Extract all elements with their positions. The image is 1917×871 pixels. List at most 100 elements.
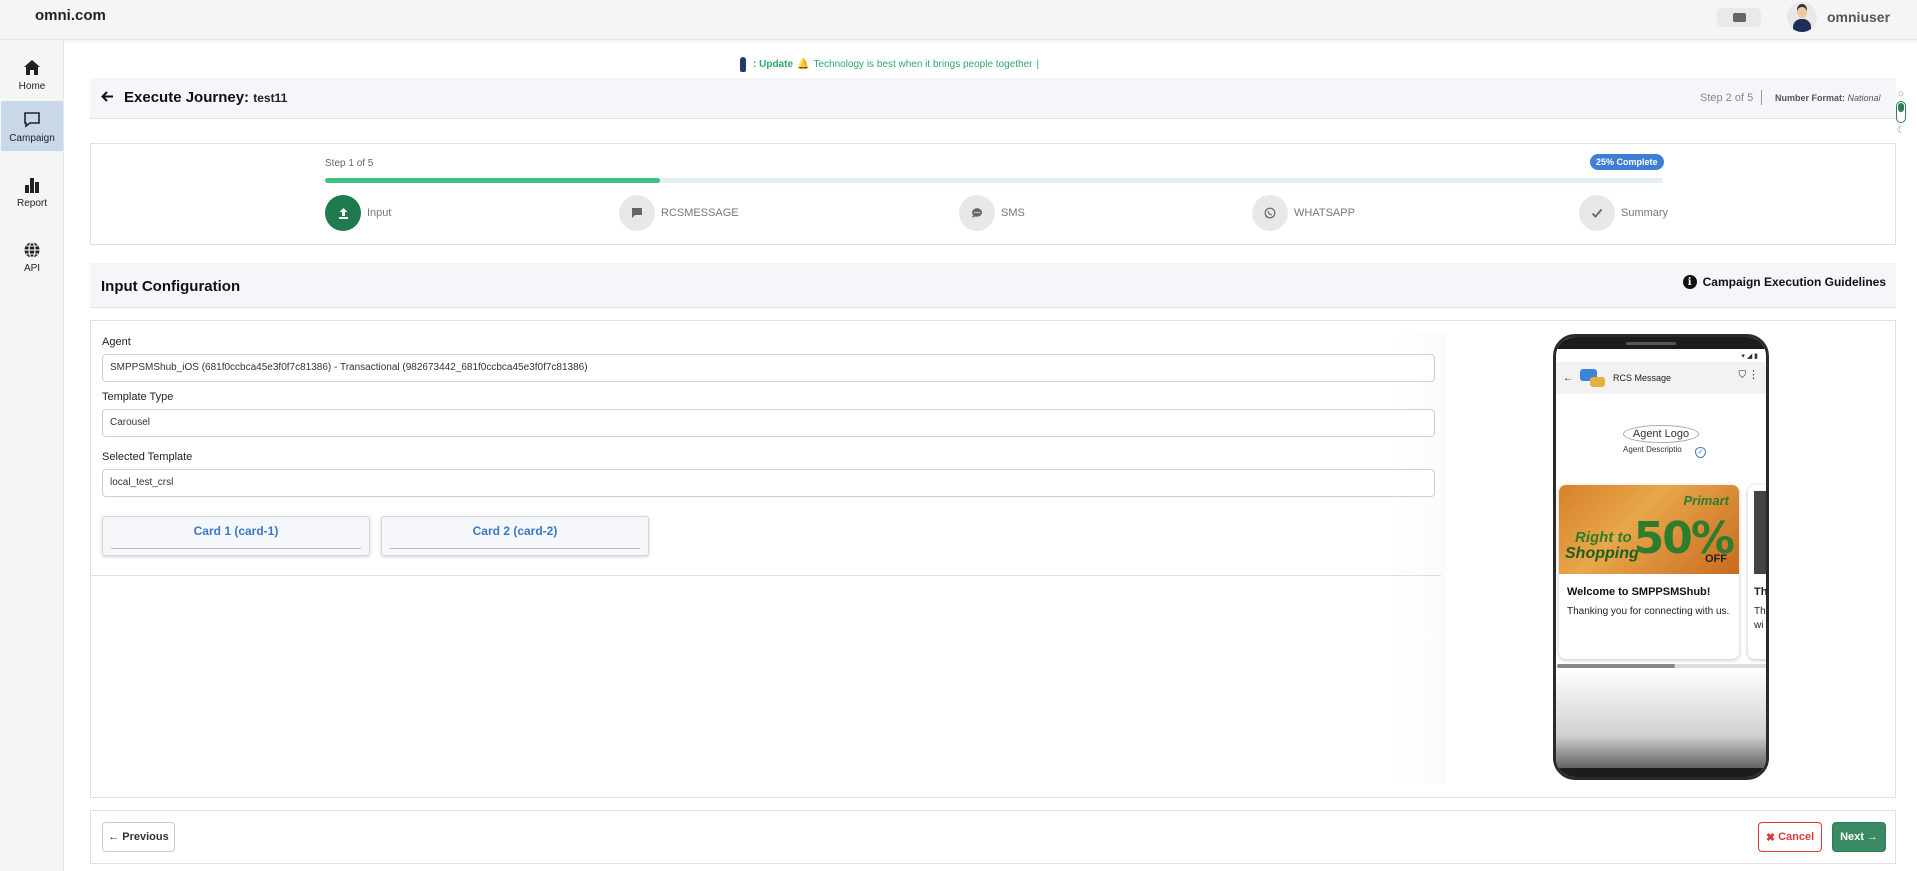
announcement-ticker: : Update 🔔 Technology is best when it br… <box>740 57 1039 72</box>
next-button[interactable]: Next → <box>1832 822 1886 852</box>
ticker-message: Technology is best when it brings people… <box>813 59 1033 70</box>
rcs-header-title: RCS Message <box>1613 373 1672 383</box>
check-icon <box>1579 195 1615 231</box>
cancel-button[interactable]: ✖ Cancel <box>1758 822 1822 852</box>
sidebar-item-campaign[interactable]: Campaign <box>1 101 63 151</box>
verified-badge-icon: ✓ <box>1695 447 1706 458</box>
message-square-icon <box>619 195 655 231</box>
user-menu[interactable]: omniuser <box>1787 2 1890 32</box>
selected-template-label: Selected Template <box>102 451 193 463</box>
step-sms[interactable]: SMS <box>959 195 1025 231</box>
agent-description: Agent Descriptio <box>1623 445 1682 454</box>
peek-line-2: wi <box>1754 620 1764 631</box>
card-tab-2[interactable]: Card 2 (card-2) <box>381 516 649 556</box>
ticker-prefix: : Update <box>753 59 793 70</box>
progress-stepper: Step 1 of 5 25% Complete Input RCSMESSAG… <box>90 143 1896 245</box>
card-tab-1[interactable]: Card 1 (card-1) <box>102 516 370 556</box>
carousel-card[interactable]: Primart Right to Shopping 50% OFF Welcom… <box>1559 485 1739 659</box>
bell-icon: 🔔 <box>797 59 810 70</box>
page-title-text: Execute Journey: <box>124 89 250 106</box>
step-label: Summary <box>1621 207 1669 219</box>
wallet-button[interactable] <box>1717 8 1761 27</box>
guidelines-link[interactable]: i Campaign Execution Guidelines <box>1682 275 1886 289</box>
phone-preview: ▾ ◢ ▮ ← RCS Message ⛉ ⋮ Agent Logo Agent… <box>1553 334 1769 780</box>
close-icon: ✖ <box>1765 831 1776 844</box>
scrollbar-thumb[interactable] <box>1557 664 1675 668</box>
arrow-left-icon: ← <box>108 831 120 843</box>
brand-logo[interactable]: omni.com <box>35 7 106 24</box>
step-label: SMS <box>1001 207 1025 219</box>
selected-template-field[interactable]: local_test_crsl <box>102 469 1435 497</box>
phone-bottom <box>1556 669 1766 777</box>
promo-headline-1: Right to <box>1575 529 1632 546</box>
step-whatsapp[interactable]: WHATSAPP <box>1252 195 1355 231</box>
complete-badge: 25% Complete <box>1590 154 1664 170</box>
card-icon <box>1732 13 1746 22</box>
guidelines-label: Campaign Execution Guidelines <box>1702 275 1886 289</box>
home-icon <box>22 58 42 78</box>
template-type-label: Template Type <box>102 391 174 403</box>
ticker-suffix: | <box>1036 59 1040 70</box>
phone-notch <box>1556 337 1766 349</box>
chat-bubble-icon <box>959 195 995 231</box>
agent-label: Agent <box>102 336 131 348</box>
whatsapp-icon <box>1252 195 1288 231</box>
card-image <box>1754 491 1766 574</box>
sidebar-item-label: API <box>23 263 41 274</box>
card-tab-underline <box>111 548 361 549</box>
step-rcsmessage[interactable]: RCSMESSAGE <box>619 195 739 231</box>
moon-icon: ☾ <box>1896 125 1906 136</box>
upload-icon <box>325 195 361 231</box>
sidebar-item-report[interactable]: Report <box>0 171 64 219</box>
next-label: Next <box>1840 831 1864 843</box>
info-icon: i <box>1682 275 1697 289</box>
top-bar: omni.com omniuser <box>0 0 1917 40</box>
progress-bar <box>325 178 1663 183</box>
arrow-right-icon: → <box>1866 831 1878 843</box>
back-arrow-icon[interactable]: ← <box>1563 373 1573 384</box>
card-description: Thanking you for connecting with us. <box>1567 606 1730 617</box>
agent-logo: Agent Logo <box>1623 425 1699 443</box>
card-tab-label: Card 2 (card-2) <box>472 524 558 538</box>
step-indicator: Step 2 of 5 <box>1700 92 1754 104</box>
more-options-icon[interactable]: ⋮ <box>1748 368 1759 381</box>
back-arrow-icon[interactable] <box>100 89 115 109</box>
sidebar-item-label: Home <box>18 81 46 92</box>
step-input[interactable]: Input <box>325 195 391 231</box>
theme-toggle[interactable]: ☼ ☾ <box>1890 88 1912 144</box>
template-type-field[interactable]: Carousel <box>102 409 1435 437</box>
card-tab-underline <box>390 548 640 549</box>
sidebar-item-api[interactable]: API <box>0 236 64 284</box>
card-tab-label: Card 1 (card-1) <box>193 524 279 538</box>
step-label: WHATSAPP <box>1294 207 1355 219</box>
agent-field[interactable]: SMPPSMShub_iOS (681f0ccbca45e3f0f7c81386… <box>102 354 1435 382</box>
promo-off: OFF <box>1705 553 1727 565</box>
divider <box>1761 90 1762 105</box>
promo-brand: Primart <box>1683 493 1729 508</box>
card-title: Welcome to SMPPSMShub! <box>1567 586 1711 598</box>
sidebar-item-label: Report <box>16 198 47 209</box>
username: omniuser <box>1827 9 1891 25</box>
page-title: Execute Journey: test11 <box>124 89 287 106</box>
card-description: Th wi <box>1754 605 1766 633</box>
sun-icon: ☼ <box>1896 88 1906 99</box>
carousel-scrollbar[interactable] <box>1557 664 1766 668</box>
sidebar-item-home[interactable]: Home <box>0 50 64 98</box>
status-icons: ▾ ◢ ▮ <box>1741 353 1758 360</box>
avatar <box>1787 2 1817 32</box>
sidebar: Home Campaign Report API <box>0 40 64 871</box>
step-summary[interactable]: Summary <box>1579 195 1668 231</box>
globe-icon <box>22 240 42 260</box>
bottle-icon <box>740 57 746 72</box>
step-counter: Step 1 of 5 <box>325 158 374 169</box>
section-title: Input Configuration <box>101 278 241 295</box>
rcs-header: ← RCS Message ⛉ ⋮ <box>1556 362 1766 394</box>
sidebar-item-label: Campaign <box>9 133 55 144</box>
previous-label: Previous <box>122 831 169 843</box>
theme-switch[interactable] <box>1896 101 1906 123</box>
carousel-card-peek[interactable]: Th Th wi <box>1748 485 1766 659</box>
journey-name: test11 <box>253 91 288 105</box>
page-header: Execute Journey: test11 Step 2 of 5 Numb… <box>90 78 1896 119</box>
divider <box>91 575 1441 576</box>
previous-button[interactable]: ← Previous <box>102 822 175 852</box>
